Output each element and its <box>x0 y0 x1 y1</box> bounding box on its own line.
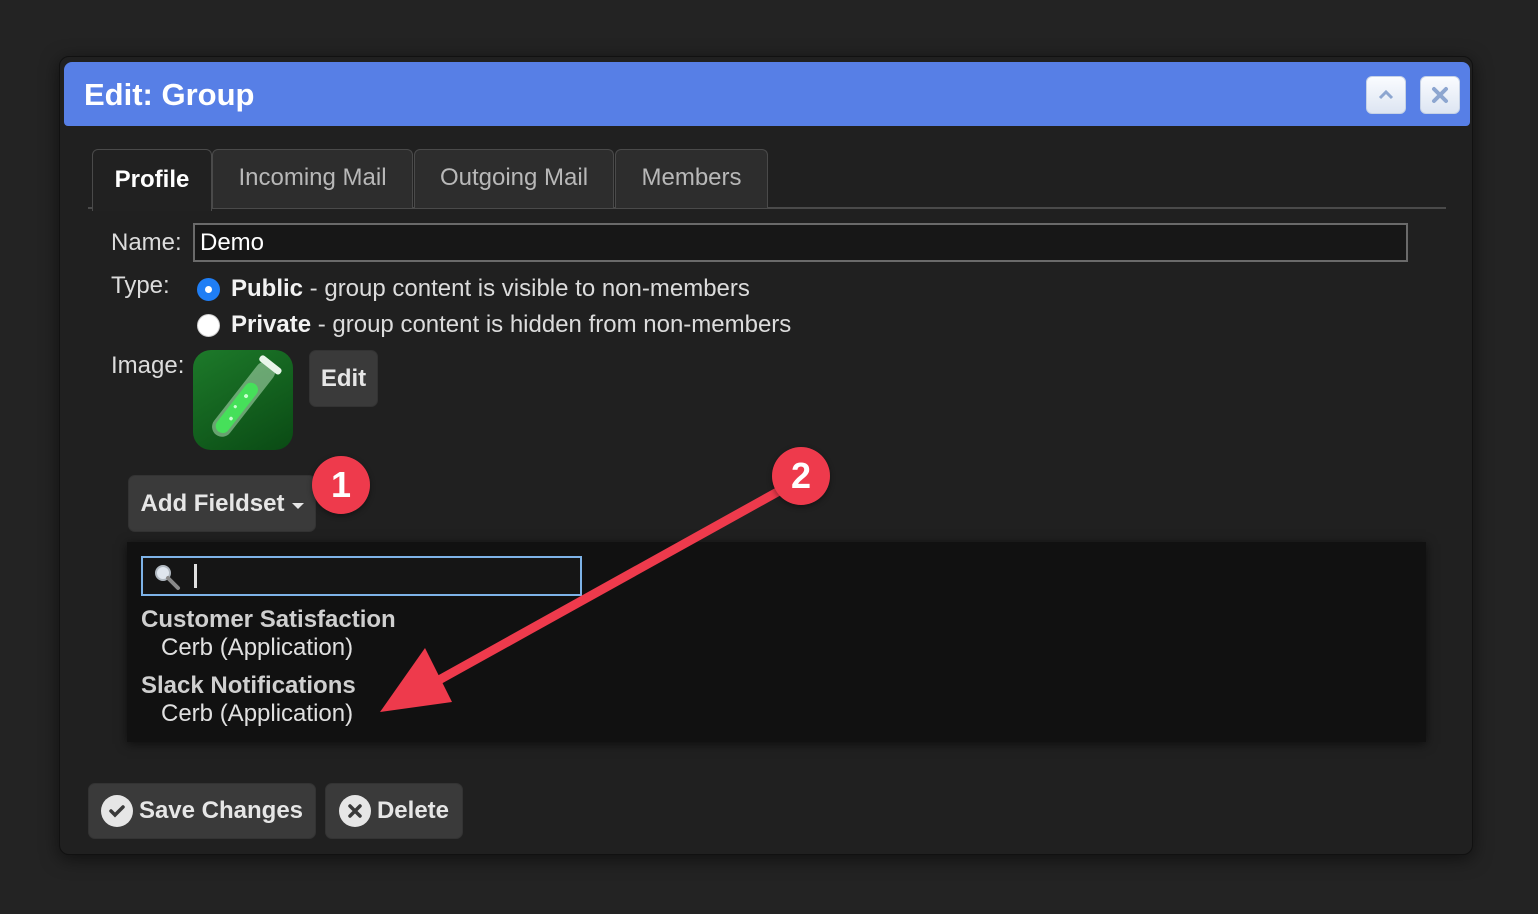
annotation-badge-2: 2 <box>772 447 830 505</box>
annotation-arrow <box>380 480 795 712</box>
annotation-badge-1: 1 <box>312 456 370 514</box>
